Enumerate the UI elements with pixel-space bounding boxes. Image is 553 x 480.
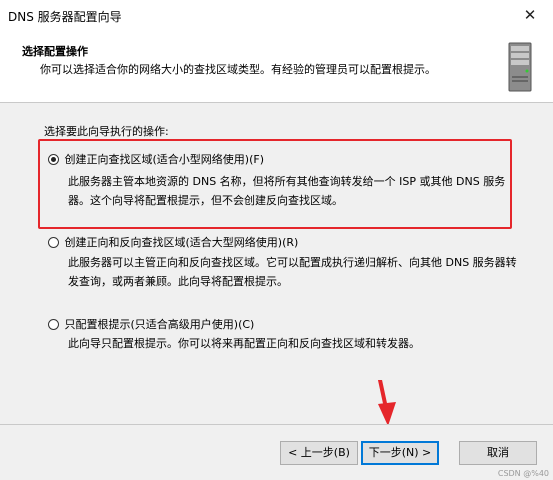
wizard-content: 选择要此向导执行的操作: 创建正向查找区域(适合小型网络使用)(F) 此服务器主…: [0, 104, 553, 426]
option-forward-reverse-zone[interactable]: 创建正向和反向查找区域(适合大型网络使用)(R): [48, 234, 298, 250]
window-title: DNS 服务器配置向导: [8, 10, 122, 24]
option-root-hints-description: 此向导只配置根提示。你可以将来再配置正向和反向查找区域和转发器。: [68, 337, 420, 350]
cancel-button[interactable]: 取消: [459, 441, 537, 465]
option-root-hints-label: 只配置根提示(只适合高级用户使用)(C): [64, 318, 255, 331]
option-forward-reverse-zone-label: 创建正向和反向查找区域(适合大型网络使用)(R): [64, 236, 299, 249]
operation-prompt: 选择要此向导执行的操作:: [44, 125, 169, 138]
red-arrow-icon: [378, 380, 396, 426]
server-icon: [508, 42, 532, 92]
close-icon[interactable]: ✕: [507, 0, 553, 30]
option-forward-zone[interactable]: 创建正向查找区域(适合小型网络使用)(F): [48, 151, 264, 167]
option-root-hints[interactable]: 只配置根提示(只适合高级用户使用)(C): [48, 316, 254, 332]
header-subtitle: 你可以选择适合你的网络大小的查找区域类型。有经验的管理员可以配置根提示。: [40, 63, 436, 76]
wizard-header: 选择配置操作 你可以选择适合你的网络大小的查找区域类型。有经验的管理员可以配置根…: [0, 30, 553, 103]
option-forward-zone-label: 创建正向查找区域(适合小型网络使用)(F): [64, 153, 265, 166]
watermark: CSDN @%40: [497, 469, 549, 478]
next-button[interactable]: 下一步(N) >: [361, 441, 439, 465]
radio-root-hints[interactable]: [48, 319, 59, 330]
header-title: 选择配置操作: [22, 45, 88, 58]
radio-forward-zone[interactable]: [48, 154, 59, 165]
title-bar: DNS 服务器配置向导 ✕: [0, 0, 553, 30]
option-forward-zone-description: 此服务器主管本地资源的 DNS 名称，但将所有其他查询转发给一个 ISP 或其他…: [68, 175, 506, 207]
back-button[interactable]: < 上一步(B): [280, 441, 358, 465]
wizard-footer: < 上一步(B) 下一步(N) > 取消 CSDN @%40: [0, 424, 553, 480]
radio-forward-reverse-zone[interactable]: [48, 237, 59, 248]
option-forward-reverse-zone-description: 此服务器可以主管正向和反向查找区域。它可以配置成执行递归解析、向其他 DNS 服…: [68, 256, 517, 288]
